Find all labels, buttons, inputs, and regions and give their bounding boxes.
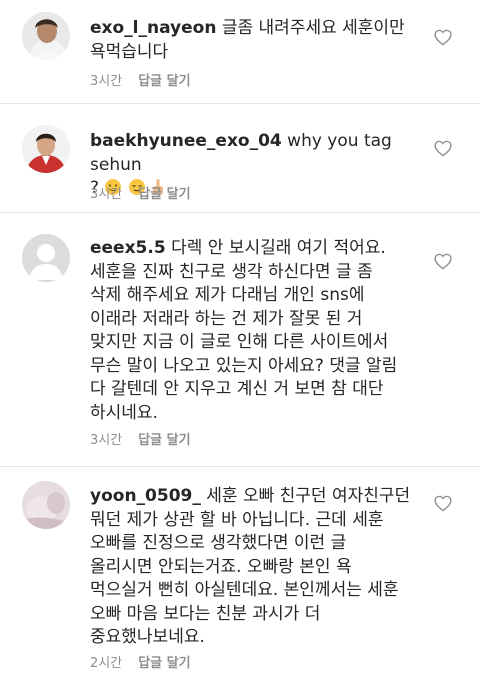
comment-1: exo_l_nayeon 글좀 내려주세요 세훈이만 욕먹습니다 3시간 답글 달…: [0, 0, 480, 100]
comment-4: yoon_0509_ 세훈 오빠 친구던 여자친구던 뭐던 제가 상관 할 바 …: [0, 467, 480, 673]
profile-photo-icon: [22, 12, 70, 60]
comment-text: exo_l_nayeon 글좀 내려주세요 세훈이만 욕먹습니다: [90, 17, 430, 64]
heart-icon[interactable]: [434, 29, 452, 46]
comment-meta: 3시간 답글 달기: [90, 183, 191, 202]
comment-text: eeex5.5 다렉 안 보시길래 여기 적어요. 세훈을 진짜 친구로 생각 …: [90, 237, 430, 425]
comment-meta: 3시간 답글 달기: [90, 429, 191, 448]
heart-icon[interactable]: [434, 495, 452, 512]
comment-meta: 2시간 답글 달기: [90, 652, 191, 671]
comment-body: 세훈 오빠 친구던 여자친구던 뭐던 제가 상관 할 바 아닙니다. 근데 세훈…: [90, 486, 411, 647]
avatar[interactable]: [22, 125, 70, 173]
heart-icon[interactable]: [434, 253, 452, 270]
username-link[interactable]: exo_l_nayeon: [90, 18, 216, 38]
timestamp: 3시간: [90, 433, 123, 448]
comment-meta: 3시간 답글 달기: [90, 70, 191, 89]
heart-icon[interactable]: [434, 140, 452, 157]
reply-button[interactable]: 답글 달기: [138, 656, 190, 671]
comment-body: 다렉 안 보시길래 여기 적어요. 세훈을 진짜 친구로 생각 하신다면 글 좀…: [90, 238, 398, 423]
timestamp: 3시간: [90, 187, 123, 202]
timestamp: 3시간: [90, 74, 123, 89]
default-avatar-icon: [22, 234, 70, 282]
timestamp: 2시간: [90, 656, 123, 671]
profile-photo-icon: [22, 125, 70, 173]
comment-2: baekhyunee_exo_04 why you tag sehun ? 3시…: [0, 104, 480, 209]
reply-button[interactable]: 답글 달기: [138, 187, 190, 202]
avatar[interactable]: [22, 481, 70, 529]
avatar[interactable]: [22, 12, 70, 60]
username-link[interactable]: eeex5.5: [90, 238, 166, 258]
reply-button[interactable]: 답글 달기: [138, 433, 190, 448]
reply-button[interactable]: 답글 달기: [138, 74, 190, 89]
comment-3: eeex5.5 다렉 안 보시길래 여기 적어요. 세훈을 진짜 친구로 생각 …: [0, 213, 480, 468]
comment-text: yoon_0509_ 세훈 오빠 친구던 여자친구던 뭐던 제가 상관 할 바 …: [90, 485, 430, 650]
avatar[interactable]: [22, 234, 70, 282]
profile-photo-icon: [22, 481, 70, 529]
username-link[interactable]: yoon_0509_: [90, 486, 201, 506]
username-link[interactable]: baekhyunee_exo_04: [90, 131, 282, 151]
